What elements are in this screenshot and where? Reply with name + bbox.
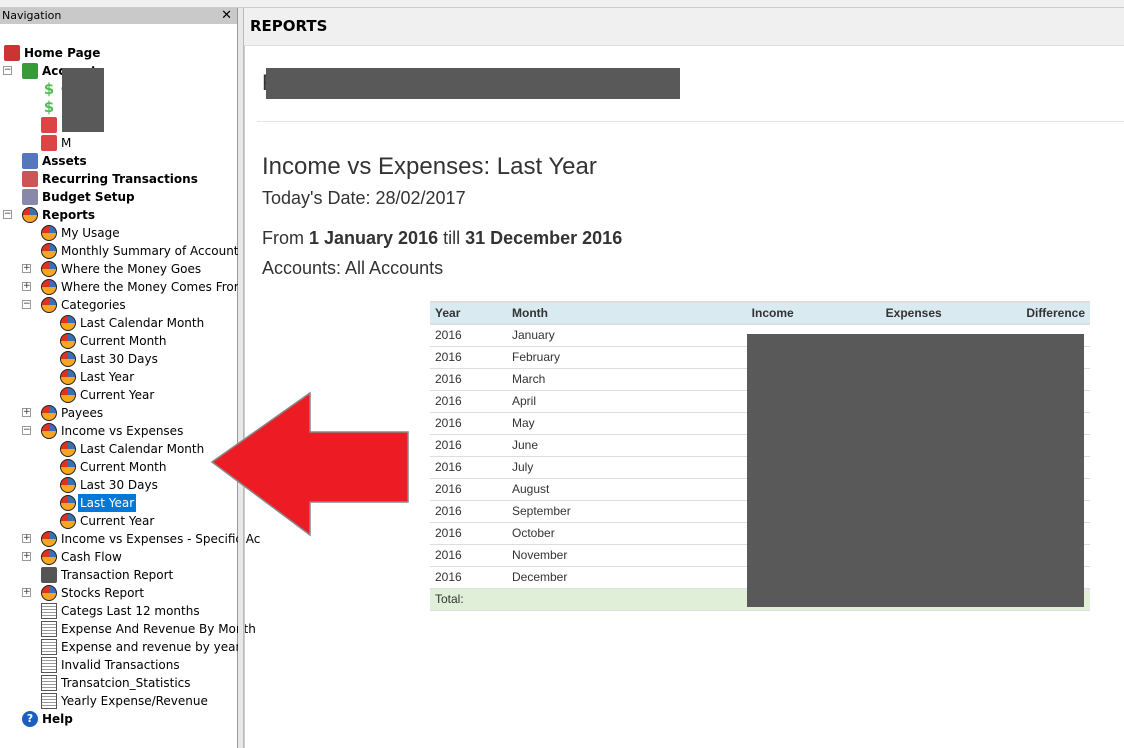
red-arrow-annotation — [210, 391, 409, 537]
arrow-left-icon — [210, 391, 409, 537]
